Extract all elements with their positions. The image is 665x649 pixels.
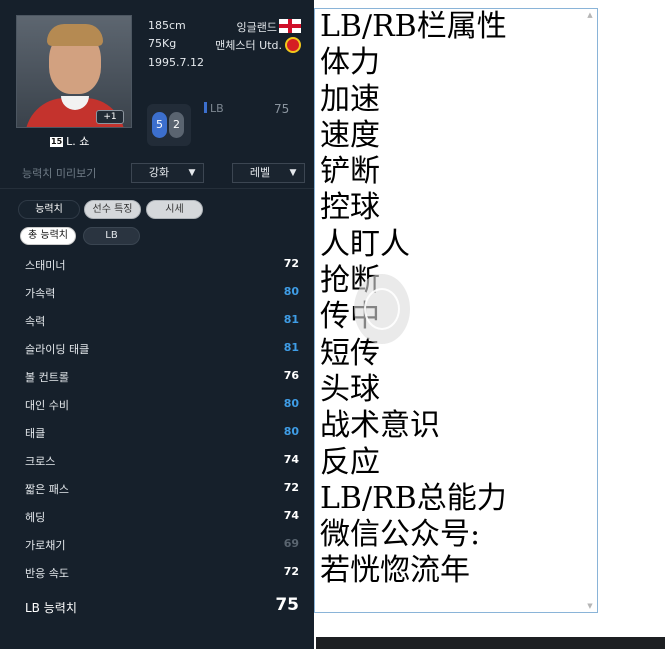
position-rating: 75 <box>274 102 290 116</box>
stat-row: 반응 속도 72 <box>25 561 299 583</box>
enhance-select-label: 강화 <box>148 166 170 179</box>
divider <box>0 188 314 189</box>
position-total-label: LB 능력치 <box>25 601 77 615</box>
stat-label: 짧은 패스 <box>25 483 69 496</box>
club-crest-icon <box>285 37 301 53</box>
stat-label: 태클 <box>25 427 46 440</box>
stat-row: 대인 수비 80 <box>25 393 299 415</box>
tab-stats[interactable]: 능력치 <box>18 200 80 219</box>
document-line: 体力 <box>320 45 380 81</box>
stat-label: 속력 <box>25 315 46 328</box>
subtab-total-stats[interactable]: 총 능력치 <box>20 227 76 245</box>
stat-row: 짧은 패스 72 <box>25 477 299 499</box>
play-overlay-circle <box>354 274 410 344</box>
player-country: 잉글랜드 <box>237 19 301 35</box>
document-line: 微信公众号: <box>320 517 481 553</box>
level-select[interactable]: 레벨 ▼ <box>232 163 305 183</box>
stat-label: 헤딩 <box>25 511 46 524</box>
tab-traits[interactable]: 선수 특징 <box>84 200 141 219</box>
stat-label: 볼 컨트롤 <box>25 371 69 384</box>
stat-row: 태클 80 <box>25 421 299 443</box>
stat-row: 속력 81 <box>25 309 299 331</box>
document-line: 人盯人 <box>320 226 410 262</box>
position-bar-icon <box>204 102 207 113</box>
scroll-down-icon[interactable]: ▼ <box>586 602 594 610</box>
country-name: 잉글랜드 <box>236 21 277 34</box>
document-text[interactable]: LB/RB栏属性 体力 加速 速度 铲断 控球 人盯人 抢断 传中 短传 头球 战术意识 反应 LB/RB… <box>320 9 507 590</box>
stat-label: 크로스 <box>25 455 56 468</box>
position-tag: LB <box>204 102 224 115</box>
scroll-up-icon[interactable]: ▲ <box>586 11 594 19</box>
document-line: 战术意识 <box>320 408 440 444</box>
player-name: 15 L. 쇼 <box>50 133 89 149</box>
club-name: 맨체스터 Utd. <box>215 39 282 52</box>
chevron-down-icon: ▼ <box>289 168 297 178</box>
stat-value: 76 <box>283 369 299 382</box>
england-flag-icon <box>279 19 301 33</box>
position-label: LB <box>210 102 224 115</box>
stat-row: 슬라이딩 태클 81 <box>25 337 299 359</box>
stat-label: 가로채기 <box>25 539 66 552</box>
stat-row: 가로채기 69 <box>25 533 299 555</box>
player-height: 185cm <box>148 19 186 32</box>
document-line: 铲断 <box>320 154 380 190</box>
document-line: 头球 <box>320 371 380 407</box>
document-line: LB/RB栏属性 <box>320 9 507 44</box>
player-info-panel: +1 15 L. 쇼 185cm 75Kg 1995.7.12 잉글랜드 맨체스터… <box>0 0 314 649</box>
subtab-lb[interactable]: LB <box>83 227 140 245</box>
stat-value: 74 <box>283 453 299 466</box>
stat-value: 72 <box>283 257 299 270</box>
stat-value: 69 <box>283 537 299 550</box>
stat-label: 슬라이딩 태클 <box>25 343 90 356</box>
player-name-text: L. 쇼 <box>66 135 90 148</box>
document-line: 短传 <box>320 335 380 371</box>
enhance-select[interactable]: 강화 ▼ <box>131 163 204 183</box>
stat-value: 80 <box>283 285 299 298</box>
tab-market-price[interactable]: 시세 <box>146 200 203 219</box>
stat-value: 81 <box>283 341 299 354</box>
player-birthdate: 1995.7.12 <box>148 56 204 69</box>
document-line: 控球 <box>320 190 380 226</box>
stat-label: 가속력 <box>25 287 56 300</box>
document-line: 抢断 <box>320 263 380 299</box>
document-line: 传中 <box>320 299 380 335</box>
stat-row: 볼 컨트롤 76 <box>25 365 299 387</box>
position-total-value: 75 <box>275 595 299 615</box>
stat-value: 72 <box>283 565 299 578</box>
left-foot-rating: 5 <box>152 112 167 138</box>
weak-foot-box: 5 2 <box>147 104 191 146</box>
stat-label: 대인 수비 <box>25 399 69 412</box>
document-line: 反应 <box>320 444 380 480</box>
stat-row: 스태미너 72 <box>25 253 299 275</box>
stat-value: 80 <box>283 397 299 410</box>
document-line: 加速 <box>320 81 380 117</box>
player-club: 맨체스터 Utd. <box>215 37 301 53</box>
position-total-row: LB 능력치 75 <box>25 595 299 617</box>
stat-label: 스태미너 <box>25 259 66 272</box>
stat-value: 74 <box>283 509 299 522</box>
stat-value: 80 <box>283 425 299 438</box>
stat-row: 가속력 80 <box>25 281 299 303</box>
level-select-label: 레벨 <box>249 166 271 179</box>
document-line: 速度 <box>320 117 380 153</box>
enhance-level-badge: +1 <box>96 110 124 124</box>
stat-preview-label: 능력치 미리보기 <box>22 167 97 180</box>
document-line: 若恍惚流年 <box>320 553 470 589</box>
squad-number: 15 <box>50 137 64 147</box>
stat-value: 72 <box>283 481 299 494</box>
player-weight: 75Kg <box>148 37 177 50</box>
right-foot-rating: 2 <box>169 112 184 138</box>
document-line: LB/RB总能力 <box>320 480 507 516</box>
stat-row: 크로스 74 <box>25 449 299 471</box>
bottom-bar <box>316 637 665 649</box>
stat-value: 81 <box>283 313 299 326</box>
stat-row: 헤딩 74 <box>25 505 299 527</box>
chevron-down-icon: ▼ <box>188 168 196 178</box>
stat-label: 반응 속도 <box>25 567 69 580</box>
